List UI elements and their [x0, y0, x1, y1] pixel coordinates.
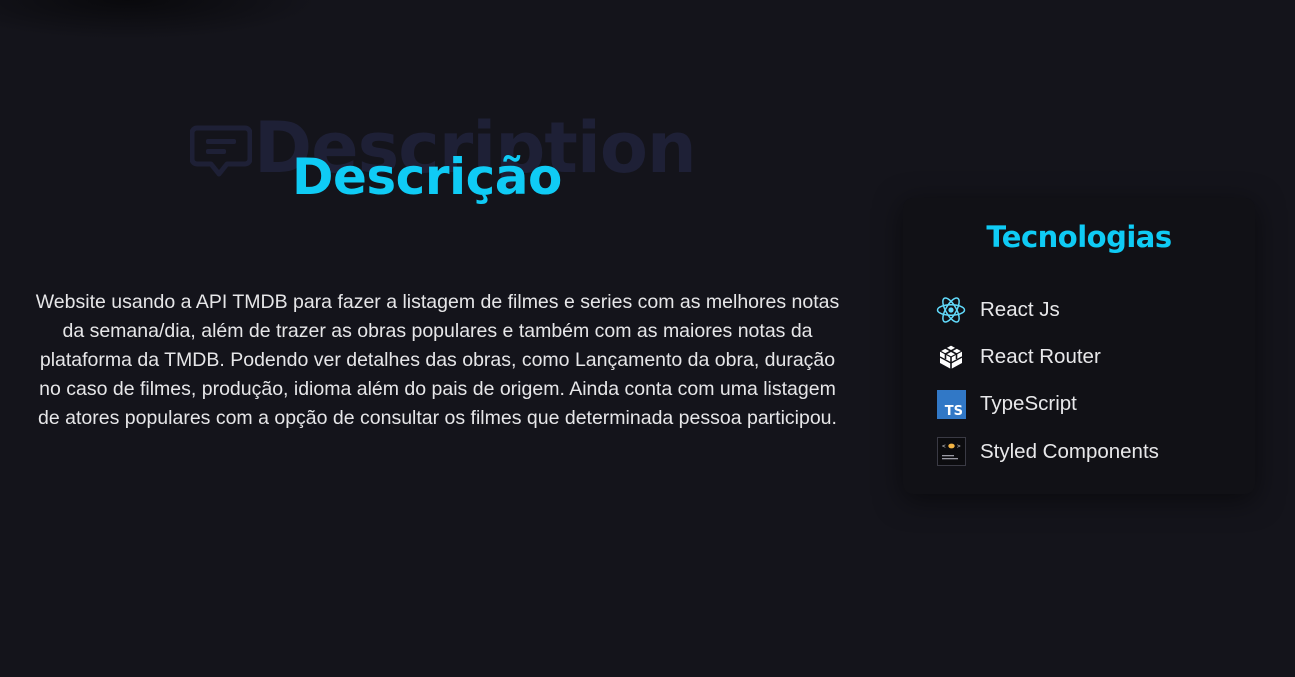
react-router-icon: [936, 342, 966, 372]
page: Description Descrição Website usando a A…: [0, 0, 1295, 677]
technologies-card: Tecnologias React Js React Router TS Typ…: [903, 198, 1255, 494]
svg-text:>: >: [957, 443, 961, 450]
svg-text:<: <: [942, 443, 946, 450]
styled-components-icon: < >: [936, 437, 966, 467]
tech-label: Styled Components: [980, 439, 1159, 463]
description-text: Website usando a API TMDB para fazer a l…: [35, 291, 840, 429]
tech-label: TypeScript: [980, 392, 1077, 416]
tech-label: React Router: [980, 344, 1101, 368]
tech-item-typescript: TS TypeScript: [936, 381, 1159, 428]
tech-item-react-js: React Js: [936, 286, 1159, 333]
tech-item-react-router: React Router: [936, 333, 1159, 380]
comment-icon: [190, 125, 252, 177]
technologies-list: React Js React Router TS TypeScript < > …: [936, 286, 1159, 475]
section-title: Descrição: [292, 148, 562, 206]
corner-shadow: [0, 0, 320, 40]
react-icon: [936, 295, 966, 325]
tech-item-styled-components: < > Styled Components: [936, 428, 1159, 475]
typescript-icon-text: TS: [944, 404, 962, 419]
tech-label: React Js: [980, 297, 1060, 321]
technologies-title: Tecnologias: [986, 220, 1172, 254]
typescript-icon: TS: [936, 389, 966, 419]
